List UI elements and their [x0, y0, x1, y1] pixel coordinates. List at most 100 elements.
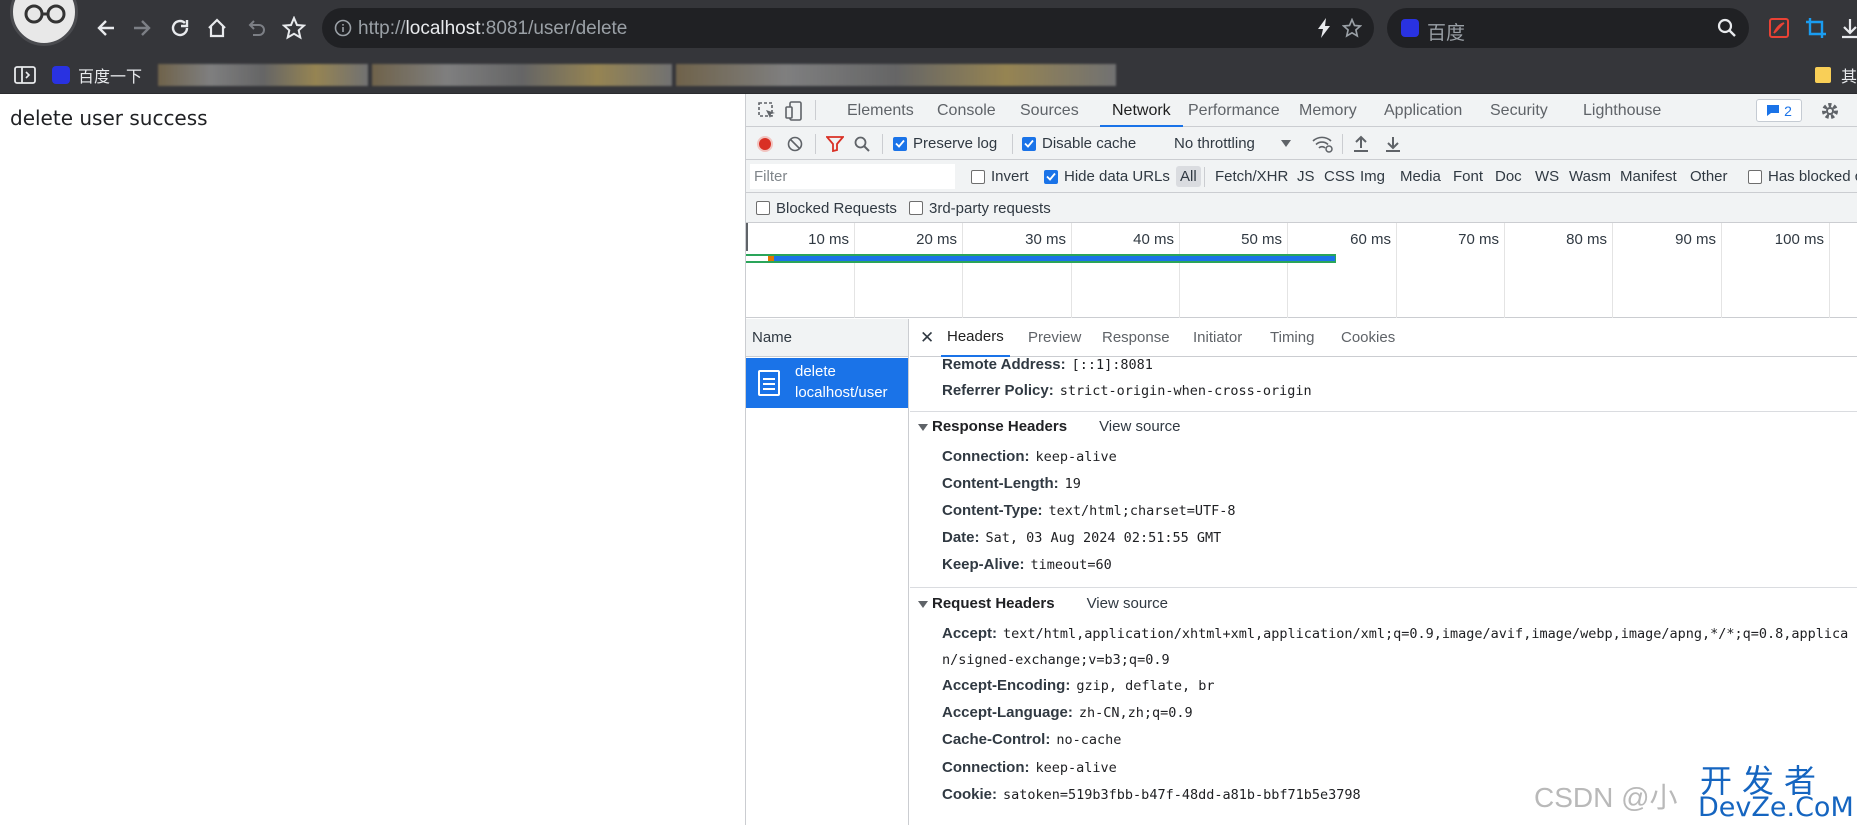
type-filter-font[interactable]: Font: [1453, 160, 1483, 193]
tab-response[interactable]: Response: [1102, 319, 1170, 357]
forward-icon[interactable]: [128, 14, 156, 42]
tab-lighthouse[interactable]: Lighthouse: [1583, 94, 1661, 127]
info-icon[interactable]: [334, 19, 352, 37]
invert-checkbox[interactable]: Invert: [971, 160, 1029, 193]
blocked-requests-checkbox[interactable]: Blocked Requests: [756, 193, 897, 223]
device-toolbar-icon[interactable]: [785, 101, 803, 121]
folder-icon: [1815, 67, 1831, 83]
watermark: CSDN @小 开发者 DevZe.CoM: [1530, 752, 1857, 825]
type-filter-wasm[interactable]: Wasm: [1569, 160, 1611, 193]
name-column-header[interactable]: Name: [746, 319, 908, 357]
settings-gear-icon[interactable]: [1820, 101, 1840, 121]
tab-elements[interactable]: Elements: [847, 94, 914, 127]
response-headers-section[interactable]: Response Headers View source: [918, 418, 1181, 435]
filter-bar: Filter Invert Hide data URLs All Fetch/X…: [746, 160, 1857, 193]
url-text: http://localhost:8081/user/delete: [358, 18, 628, 39]
inspect-element-icon[interactable]: [758, 102, 776, 120]
tick-label: 70 ms: [1458, 231, 1499, 248]
view-source-link[interactable]: View source: [1087, 595, 1168, 612]
type-filter-ws[interactable]: WS: [1535, 160, 1559, 193]
type-filter-css[interactable]: CSS: [1324, 160, 1355, 193]
type-filter-img[interactable]: Img: [1360, 160, 1385, 193]
tick-label: 90 ms: [1675, 231, 1716, 248]
network-conditions-button[interactable]: [1312, 127, 1334, 160]
address-bar[interactable]: http://localhost:8081/user/delete: [322, 8, 1374, 48]
reload-icon[interactable]: [166, 14, 194, 42]
record-button[interactable]: [757, 127, 773, 160]
type-filter-media[interactable]: Media: [1400, 160, 1441, 193]
document-icon: [758, 370, 780, 396]
import-har-button[interactable]: [1353, 127, 1369, 160]
header-row: Accept-Language: zh-CN,zh;q=0.9: [942, 704, 1193, 721]
disable-cache-checkbox[interactable]: Disable cache: [1022, 127, 1136, 160]
header-row: Cookie: satoken=519b3fbb-b47f-48dd-a81b-b…: [942, 786, 1361, 803]
export-har-button[interactable]: [1385, 127, 1401, 160]
tab-timing[interactable]: Timing: [1270, 319, 1314, 357]
download-icon[interactable]: [1836, 14, 1857, 42]
type-filter-other[interactable]: Other: [1690, 160, 1728, 193]
bookmark-star-icon[interactable]: [280, 14, 308, 42]
throttling-select[interactable]: No throttling: [1174, 127, 1291, 160]
favorite-star-icon[interactable]: [1342, 18, 1362, 38]
tick-label: 80 ms: [1566, 231, 1607, 248]
filter-input[interactable]: Filter: [750, 164, 955, 189]
checkbox-checked-icon: [1022, 136, 1036, 151]
search-button[interactable]: [854, 127, 870, 160]
view-source-link[interactable]: View source: [1099, 418, 1180, 435]
type-filter-all[interactable]: All: [1176, 160, 1201, 193]
tab-headers[interactable]: Headers: [941, 319, 1010, 357]
bookmark-other[interactable]: 其: [1815, 65, 1857, 86]
pdf-icon[interactable]: [1765, 14, 1793, 42]
crop-icon[interactable]: [1802, 14, 1830, 42]
header-row: Date: Sat, 03 Aug 2024 02:51:55 GMT: [942, 529, 1222, 546]
bookmark-baidu[interactable]: 百度一下: [52, 65, 142, 86]
timeline-start-marker: [746, 223, 748, 251]
clear-button[interactable]: [787, 127, 803, 160]
tab-application[interactable]: Application: [1384, 94, 1462, 127]
third-party-checkbox[interactable]: 3rd-party requests: [909, 193, 1051, 223]
blurred-bookmarks: [372, 64, 672, 86]
sidebar-toggle-icon[interactable]: [14, 66, 36, 84]
undo-icon[interactable]: [242, 14, 270, 42]
tab-network[interactable]: Network: [1100, 94, 1183, 127]
profile-avatar[interactable]: [10, 0, 78, 46]
tab-security[interactable]: Security: [1490, 94, 1548, 127]
devtools-panel: Elements Console Sources Network Perform…: [745, 94, 1857, 825]
type-filter-manifest[interactable]: Manifest: [1620, 160, 1677, 193]
tab-initiator[interactable]: Initiator: [1193, 319, 1242, 357]
search-icon[interactable]: [1717, 18, 1737, 38]
header-row: Referrer Policy: strict-origin-when-cross…: [942, 382, 1312, 399]
preserve-log-checkbox[interactable]: Preserve log: [893, 127, 997, 160]
hide-data-urls-checkbox[interactable]: Hide data URLs: [1044, 160, 1170, 193]
wifi-settings-icon: [1312, 136, 1333, 153]
checkbox-unchecked-icon: [1748, 169, 1762, 184]
has-blocked-cookies-checkbox[interactable]: Has blocked c: [1748, 160, 1857, 193]
search-box[interactable]: 百度: [1387, 8, 1749, 48]
lightning-icon[interactable]: [1317, 18, 1331, 38]
tab-sources[interactable]: Sources: [1020, 94, 1079, 127]
type-filter-doc[interactable]: Doc: [1495, 160, 1522, 193]
tab-performance[interactable]: Performance: [1188, 94, 1280, 127]
dropdown-arrow-icon: [1280, 140, 1291, 147]
request-row-selected[interactable]: delete localhost/user: [746, 358, 908, 408]
type-filter-js[interactable]: JS: [1297, 160, 1315, 193]
network-timeline[interactable]: 10 ms 20 ms 30 ms 40 ms 50 ms 60 ms 70 m…: [746, 223, 1857, 318]
filter-toggle-button[interactable]: [826, 127, 844, 160]
close-icon[interactable]: ✕: [920, 328, 934, 348]
header-row: Accept: text/html,application/xhtml+xml,a…: [942, 625, 1849, 642]
browser-toolbar: http://localhost:8081/user/delete 百度: [0, 0, 1857, 56]
tab-console[interactable]: Console: [937, 94, 996, 127]
issues-badge[interactable]: 2: [1756, 99, 1802, 122]
baidu-paw-icon: [52, 66, 70, 84]
home-icon[interactable]: [203, 14, 231, 42]
download-har-icon: [1386, 136, 1400, 152]
request-options-bar: Blocked Requests 3rd-party requests: [746, 193, 1857, 223]
tick-label: 30 ms: [1025, 231, 1066, 248]
request-headers-section[interactable]: Request Headers View source: [918, 595, 1168, 612]
tab-preview[interactable]: Preview: [1028, 319, 1081, 357]
tab-cookies[interactable]: Cookies: [1341, 319, 1395, 357]
back-icon[interactable]: [92, 14, 120, 42]
search-input[interactable]: 百度: [1427, 18, 1465, 45]
type-filter-fetch[interactable]: Fetch/XHR: [1215, 160, 1288, 193]
tab-memory[interactable]: Memory: [1299, 94, 1357, 127]
